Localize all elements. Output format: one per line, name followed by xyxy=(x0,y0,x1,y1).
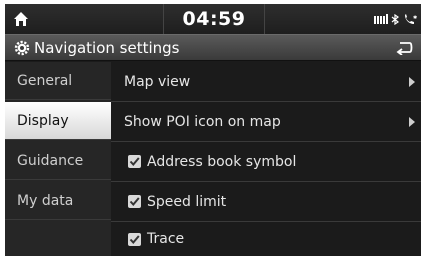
sidebar-item-label: General xyxy=(17,73,73,89)
check-icon xyxy=(129,234,140,244)
row-label: Map view xyxy=(124,73,191,90)
page-title: Navigation settings xyxy=(34,39,180,57)
sidebar-item-guidance[interactable]: Guidance xyxy=(5,142,111,180)
back-button[interactable] xyxy=(391,38,417,58)
svg-text:✱: ✱ xyxy=(413,15,417,21)
address-book-symbol-checkbox[interactable] xyxy=(128,155,141,168)
sidebar-item-label: My data xyxy=(17,193,74,209)
speed-limit-checkbox[interactable] xyxy=(128,195,141,208)
clock-box: 04:59 xyxy=(163,4,265,34)
home-button[interactable] xyxy=(8,6,34,32)
signal-bars-icon xyxy=(374,14,388,24)
sidebar-item-label: Display xyxy=(17,113,69,129)
address-book-symbol-row[interactable]: Address book symbol xyxy=(111,142,421,182)
row-label: Trace xyxy=(147,231,185,247)
settings-list: Map view Show POI icon on map Address bo… xyxy=(111,62,421,256)
clock: 04:59 xyxy=(182,8,246,30)
home-icon xyxy=(14,12,28,26)
gear-icon xyxy=(14,40,30,56)
screen: 04:59 ✱ Navigation settings General Disp… xyxy=(5,4,421,256)
phone-icon: ✱ xyxy=(405,13,417,24)
sidebar-item-general[interactable]: General xyxy=(5,62,111,100)
bluetooth-icon xyxy=(391,13,400,25)
sidebar-item-my-data[interactable]: My data xyxy=(5,182,111,220)
row-label: Address book symbol xyxy=(147,153,297,170)
status-icons: ✱ xyxy=(374,13,417,25)
back-arrow-icon xyxy=(396,42,413,55)
row-label: Speed limit xyxy=(147,193,227,210)
status-bar: 04:59 ✱ xyxy=(5,4,421,34)
show-poi-icon-row[interactable]: Show POI icon on map xyxy=(111,102,421,142)
title-bar: Navigation settings xyxy=(5,34,421,61)
sidebar-item-label: Guidance xyxy=(17,153,84,169)
map-view-row[interactable]: Map view xyxy=(111,62,421,102)
row-label: Show POI icon on map xyxy=(124,113,281,130)
sidebar-item-display[interactable]: Display xyxy=(5,102,111,140)
speed-limit-row[interactable]: Speed limit xyxy=(111,182,421,222)
sidebar: General Display Guidance My data xyxy=(5,62,111,256)
chevron-right-icon xyxy=(409,117,415,127)
check-icon xyxy=(129,197,140,207)
check-icon xyxy=(129,157,140,167)
chevron-right-icon xyxy=(409,77,415,87)
trace-checkbox[interactable] xyxy=(128,232,141,246)
trace-row[interactable]: Trace xyxy=(111,222,421,256)
